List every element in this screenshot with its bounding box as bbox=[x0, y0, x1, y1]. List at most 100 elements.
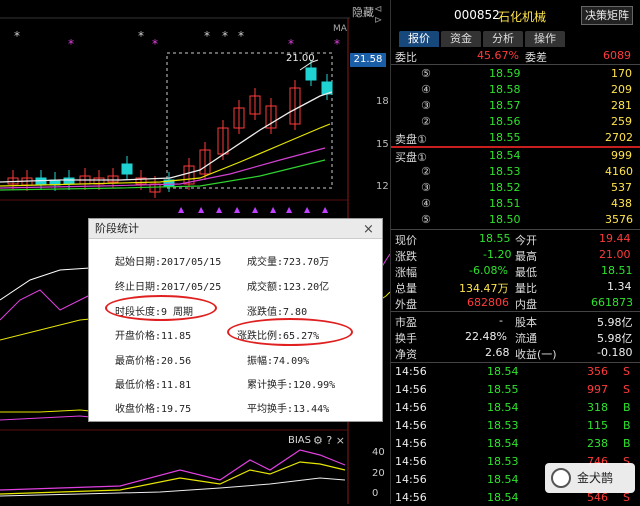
signal-star-icon: * bbox=[334, 37, 340, 51]
bias-settings-icons[interactable]: ⚙ ? × bbox=[313, 434, 345, 447]
bid-row-3[interactable]: ③ 18.52 537 bbox=[391, 180, 640, 196]
ask-row-3[interactable]: ③ 18.57 281 bbox=[391, 98, 640, 114]
tick-price: 18.54 bbox=[487, 491, 519, 504]
change-value: -1.20 bbox=[483, 248, 512, 261]
bid-level: ③ bbox=[421, 181, 431, 194]
bid-volume: 4160 bbox=[605, 165, 633, 178]
decision-matrix-button[interactable]: 决策矩阵 bbox=[581, 6, 633, 25]
tick-time: 14:56 bbox=[395, 401, 427, 414]
tick-direction: S bbox=[623, 365, 630, 378]
ask-row-4[interactable]: ④ 18.58 209 bbox=[391, 82, 640, 98]
bid-price: 18.53 bbox=[489, 165, 521, 178]
weibi-pct: 45.67% bbox=[477, 49, 519, 62]
label: 今开 bbox=[515, 234, 537, 247]
amount-stat: 成交额:123.20亿 bbox=[247, 282, 330, 293]
turnover: 22.48% bbox=[465, 330, 507, 343]
bias-line bbox=[0, 461, 346, 495]
tick-time: 14:56 bbox=[395, 491, 427, 504]
bias-line bbox=[0, 477, 346, 497]
stock-code: 000852 bbox=[454, 8, 500, 22]
ask-row-2[interactable]: ② 18.56 259 bbox=[391, 114, 640, 130]
tick-row: 14:56 18.54 318 B bbox=[391, 400, 640, 416]
bid-volume: 3576 bbox=[605, 213, 633, 226]
signal-star-icon: * bbox=[152, 37, 158, 51]
ma5-line bbox=[0, 91, 333, 183]
bid-volume: 999 bbox=[611, 149, 632, 162]
bid-level: ④ bbox=[421, 197, 431, 210]
avg-turnover-stat: 平均换手:13.44% bbox=[247, 404, 330, 415]
tab-quote[interactable]: 报价 bbox=[399, 31, 439, 47]
ask-level: ④ bbox=[421, 83, 431, 96]
high-price: 21.00 bbox=[599, 248, 631, 261]
tick-price: 18.54 bbox=[487, 473, 519, 486]
ask-price: 18.58 bbox=[489, 83, 521, 96]
tick-volume: 238 bbox=[587, 437, 608, 450]
weicha-value: 6089 bbox=[603, 49, 631, 62]
hide-button[interactable]: 隐藏 bbox=[352, 4, 374, 20]
signal-triangle-icon: ▲ bbox=[178, 205, 185, 214]
weibi-label: 委比 bbox=[395, 51, 417, 64]
divider bbox=[391, 64, 640, 65]
change-value-stat: 涨跌值:7.80 bbox=[247, 307, 308, 318]
ask-volume: 2702 bbox=[605, 131, 633, 144]
net-asset: 2.68 bbox=[485, 346, 510, 359]
tick-direction: S bbox=[623, 383, 630, 396]
bias-y-label: 0 bbox=[372, 488, 379, 499]
signal-star-icon: * bbox=[68, 37, 74, 51]
bid-row-4[interactable]: ④ 18.51 438 bbox=[391, 196, 640, 212]
tick-time: 14:56 bbox=[395, 473, 427, 486]
tick-row: 14:56 18.55 997 S bbox=[391, 382, 640, 398]
tick-time: 14:56 bbox=[395, 365, 427, 378]
divider bbox=[391, 229, 640, 230]
label: 换手 bbox=[395, 332, 417, 345]
quote-row-volume: 总量 134.47万 量比 1.34 bbox=[391, 279, 640, 295]
ask-row-5[interactable]: ⑤ 18.59 170 bbox=[391, 66, 640, 82]
share-capital: 5.98亿 bbox=[597, 316, 633, 329]
signal-star-icon: * bbox=[204, 29, 210, 43]
open-price-stat: 开盘价格:11.85 bbox=[115, 331, 192, 342]
current-price: 18.55 bbox=[479, 232, 511, 245]
ask-row-1[interactable]: 卖盘① 18.55 2702 bbox=[391, 130, 640, 146]
signal-triangle-icon: ▲ bbox=[234, 205, 241, 214]
indicator-line bbox=[0, 289, 101, 321]
tick-price: 18.55 bbox=[487, 383, 519, 396]
start-date: 起始日期:2017/05/15 bbox=[115, 257, 222, 268]
current-price-tag: 21.58 bbox=[350, 53, 386, 67]
ma30-line bbox=[0, 159, 326, 191]
bid-price: 18.51 bbox=[489, 197, 521, 210]
tick-row: 14:56 18.54 238 B bbox=[391, 436, 640, 452]
bid-row-2[interactable]: ② 18.53 4160 bbox=[391, 164, 640, 180]
label: 净资 bbox=[395, 348, 417, 361]
signal-triangle-icon: ▲ bbox=[252, 205, 259, 214]
tick-price: 18.54 bbox=[487, 437, 519, 450]
scroll-arrows-icon[interactable]: ⊲ ⊳ bbox=[374, 4, 390, 26]
change-pct: -6.08% bbox=[469, 264, 508, 277]
tab-operation[interactable]: 操作 bbox=[525, 31, 565, 47]
tab-analysis[interactable]: 分析 bbox=[483, 31, 523, 47]
bid-level: ⑤ bbox=[421, 213, 431, 226]
quote-row-pct: 涨幅 -6.08% 最低 18.51 bbox=[391, 263, 640, 279]
bid-row-5[interactable]: ⑤ 18.50 3576 bbox=[391, 212, 640, 228]
indicator-line bbox=[0, 409, 101, 413]
volume-stat: 成交量:723.70万 bbox=[247, 257, 330, 268]
tick-direction: B bbox=[623, 419, 631, 432]
weicha-label: 委差 bbox=[525, 51, 547, 64]
indicator-line bbox=[0, 317, 101, 341]
bid-row-1[interactable]: 买盘① 18.54 999 bbox=[391, 148, 640, 164]
ask-level: 卖盘① bbox=[395, 133, 427, 146]
tab-funds[interactable]: 资金 bbox=[441, 31, 481, 47]
tick-price: 18.53 bbox=[487, 419, 519, 432]
signal-star-icon: * bbox=[288, 37, 294, 51]
label: 外盘 bbox=[395, 298, 417, 311]
signal-star-icon: * bbox=[14, 29, 20, 43]
quote-row-change: 涨跌 -1.20 最高 21.00 bbox=[391, 247, 640, 263]
indicator-line bbox=[0, 415, 101, 421]
label: 收益(一) bbox=[515, 348, 557, 361]
inner-volume: 661873 bbox=[591, 296, 633, 309]
stock-name: 石化机械 bbox=[498, 10, 547, 24]
bid-level: 买盘① bbox=[395, 151, 427, 164]
signal-triangle-icon: ▲ bbox=[216, 205, 223, 214]
tick-price: 18.53 bbox=[487, 455, 519, 468]
close-icon[interactable]: × bbox=[363, 222, 374, 237]
bias-indicator-label: BIAS bbox=[288, 435, 311, 446]
